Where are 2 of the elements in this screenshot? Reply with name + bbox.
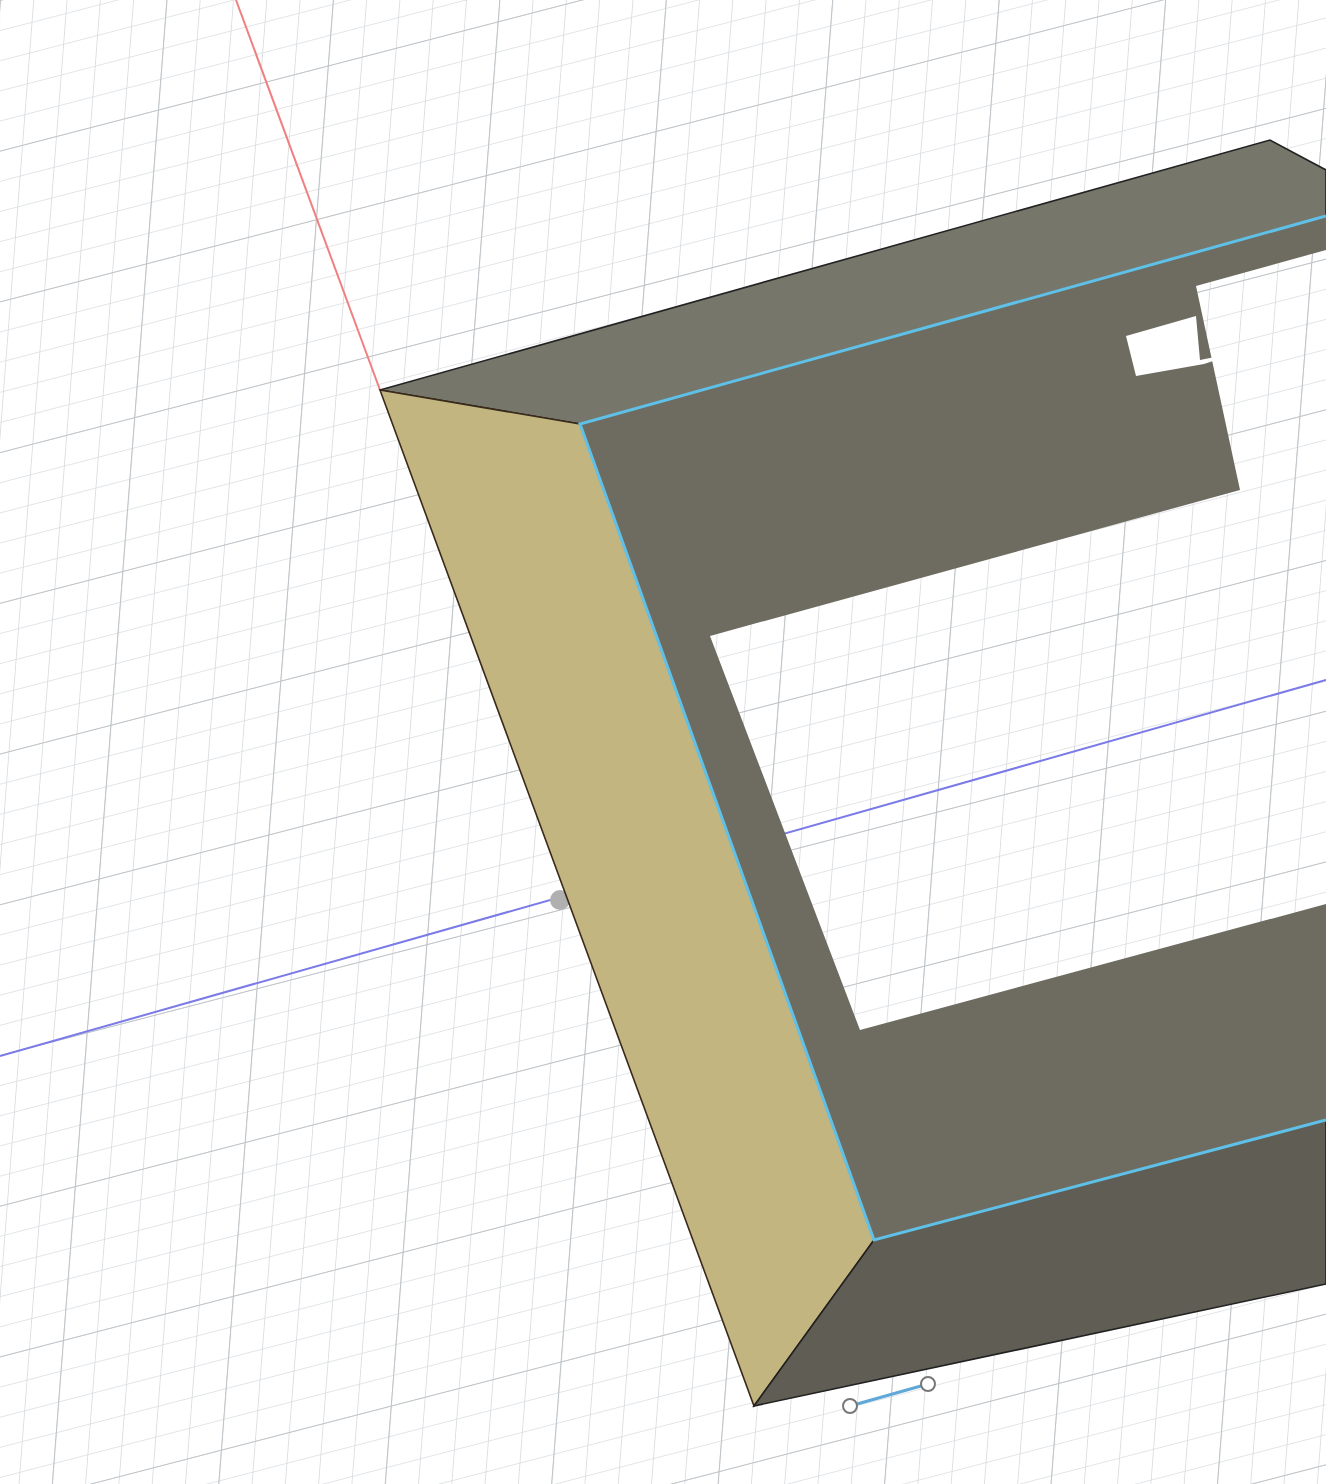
handle-icon[interactable] xyxy=(842,1376,936,1414)
frame-model-drawing[interactable] xyxy=(378,139,1326,1408)
